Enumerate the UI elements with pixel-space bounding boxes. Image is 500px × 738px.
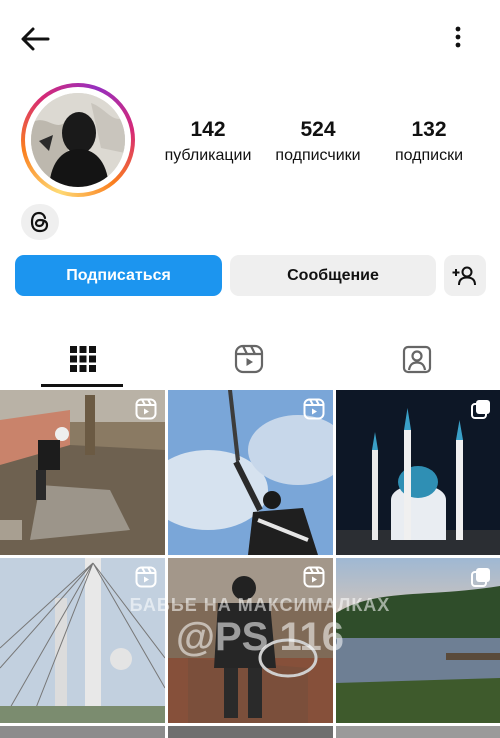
following-count-label: подписки <box>394 147 464 164</box>
reels-badge-icon <box>135 398 157 420</box>
posts-count[interactable]: 142 публикации <box>156 118 260 166</box>
post-thumbnail[interactable] <box>0 726 165 738</box>
follow-button[interactable]: Подписаться <box>15 255 222 296</box>
more-options-button[interactable] <box>448 24 468 52</box>
profile-tabs <box>0 330 500 388</box>
threads-icon <box>30 211 49 233</box>
grid-icon <box>70 346 96 372</box>
tab-reels[interactable] <box>166 330 332 388</box>
post-thumbnail[interactable] <box>168 726 333 738</box>
post-thumbnail[interactable] <box>168 390 333 555</box>
active-tab-indicator <box>41 384 123 387</box>
following-count-value: 132 <box>411 118 447 141</box>
posts-count-label: публикации <box>164 147 252 164</box>
followers-count-label: подписчики <box>275 147 361 164</box>
reels-badge-icon <box>135 566 157 588</box>
post-thumbnail[interactable] <box>336 726 500 738</box>
reels-icon <box>234 344 264 374</box>
follow-button-label: Подписаться <box>66 266 171 284</box>
suggest-people-button[interactable] <box>444 255 486 296</box>
back-button[interactable] <box>18 24 54 54</box>
message-button-label: Сообщение <box>287 266 379 284</box>
more-vertical-icon <box>455 26 461 48</box>
add-person-icon <box>452 266 476 285</box>
arrow-left-icon <box>21 27 50 51</box>
watermark: БАБЬЕ НА МАКСИМАЛКАХ @PS 116 <box>90 595 430 658</box>
threads-button[interactable] <box>21 204 59 240</box>
avatar <box>31 93 125 187</box>
story-ring[interactable] <box>21 83 135 197</box>
message-button[interactable]: Сообщение <box>230 255 436 296</box>
carousel-badge-icon <box>471 568 490 587</box>
following-count[interactable]: 132 подписки <box>384 118 474 166</box>
followers-count[interactable]: 524 подписчики <box>265 118 371 166</box>
tagged-icon <box>402 345 432 374</box>
posts-grid: БАБЬЕ НА МАКСИМАЛКАХ @PS 116 <box>0 390 500 738</box>
posts-count-value: 142 <box>190 118 226 141</box>
tab-posts[interactable] <box>0 330 166 388</box>
followers-count-value: 524 <box>300 118 336 141</box>
carousel-badge-icon <box>471 400 490 419</box>
reels-badge-icon <box>303 566 325 588</box>
tab-tagged[interactable] <box>334 330 500 388</box>
watermark-line-2: @PS 116 <box>175 615 344 659</box>
watermark-line-1: БАБЬЕ НА МАКСИМАЛКАХ <box>129 595 391 615</box>
top-bar <box>0 0 500 76</box>
reels-badge-icon <box>303 398 325 420</box>
post-thumbnail[interactable] <box>336 390 500 555</box>
post-thumbnail[interactable] <box>0 390 165 555</box>
